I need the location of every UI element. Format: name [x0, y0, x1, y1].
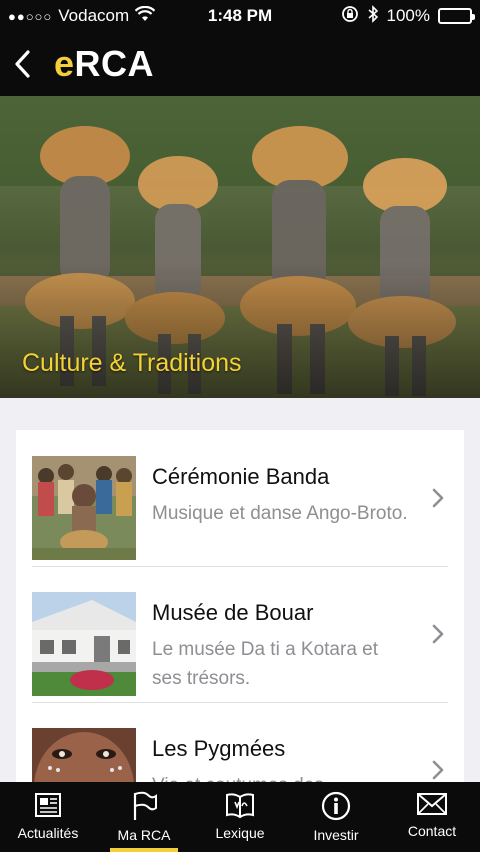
article-list: Cérémonie Banda Musique et danse Ango-Br…: [16, 430, 464, 782]
ceremonie-banda-thumbnail: [32, 456, 136, 560]
list-item-title: Les Pygmées: [152, 736, 286, 761]
flag-icon: [133, 791, 157, 820]
book-icon: [226, 793, 254, 819]
info-icon: [321, 791, 351, 821]
hero-banner[interactable]: Culture & Traditions: [0, 96, 480, 398]
list-item-text: Musée de Bouar Le musée Da ti a Kotara e…: [152, 592, 412, 693]
list-item-subtitle: Vie et coutumes des: [152, 772, 412, 782]
bluetooth-icon: [367, 4, 379, 28]
les-pygmees-thumbnail: [32, 728, 136, 782]
list-item-title: Cérémonie Banda: [152, 464, 330, 489]
app-title: eRCA: [54, 43, 154, 85]
nav-bar: eRCA: [0, 32, 480, 96]
chevron-right-icon: [432, 760, 444, 780]
tab-label: Investir: [313, 827, 359, 843]
list-item-subtitle: Le musée Da ti a Kotara et ses trésors.: [152, 639, 379, 689]
status-left: ●●○○○ Vodacom: [8, 5, 188, 27]
battery-percent: 100%: [386, 6, 430, 25]
list-item-subtitle: Musique et danse Ango-Broto.: [152, 503, 408, 524]
tab-investir[interactable]: Investir: [288, 782, 384, 852]
signal-strength-icon: ●●○○○: [8, 8, 53, 24]
status-right: 100%: [341, 4, 475, 28]
hero-caption: Culture & Traditions: [22, 349, 242, 377]
tab-actualites[interactable]: Actualités: [0, 782, 96, 852]
chevron-right-icon: [432, 624, 444, 644]
wifi-icon: [134, 5, 156, 27]
battery-icon: [438, 8, 475, 24]
tab-label: Lexique: [215, 825, 265, 841]
list-item[interactable]: Musée de Bouar Le musée Da ti a Kotara e…: [16, 566, 464, 702]
status-bar: ●●○○○ Vodacom 1:48 PM 100%: [0, 0, 480, 32]
tab-ma-rca[interactable]: Ma RCA: [96, 782, 192, 852]
list-item-text: Cérémonie Banda Musique et danse Ango-Br…: [152, 456, 412, 529]
list-item-title: Musée de Bouar: [152, 600, 314, 625]
content-area[interactable]: Cérémonie Banda Musique et danse Ango-Br…: [0, 398, 480, 782]
list-item-text: Les Pygmées Vie et coutumes des: [152, 728, 412, 782]
musee-de-bouar-thumbnail: [32, 592, 136, 696]
app-title-accent: e: [54, 43, 75, 84]
app-title-rest: RCA: [74, 43, 155, 84]
tab-contact[interactable]: Contact: [384, 782, 480, 852]
chevron-left-icon: [15, 50, 30, 78]
tab-lexique[interactable]: Lexique: [192, 782, 288, 852]
list-item[interactable]: Cérémonie Banda Musique et danse Ango-Br…: [16, 430, 464, 566]
chevron-right-icon: [432, 488, 444, 508]
tab-label: Ma RCA: [117, 827, 171, 843]
tab-label: Actualités: [17, 825, 79, 841]
tab-label: Contact: [407, 823, 457, 839]
tab-bar: Actualités Ma RCA Lexique Investir Conta…: [0, 782, 480, 852]
list-item[interactable]: Les Pygmées Vie et coutumes des: [16, 702, 464, 782]
rotation-lock-icon: [341, 5, 359, 28]
carrier-name: Vodacom: [58, 6, 130, 25]
envelope-icon: [417, 793, 447, 815]
back-button[interactable]: [0, 32, 44, 96]
newspaper-icon: [35, 793, 61, 817]
